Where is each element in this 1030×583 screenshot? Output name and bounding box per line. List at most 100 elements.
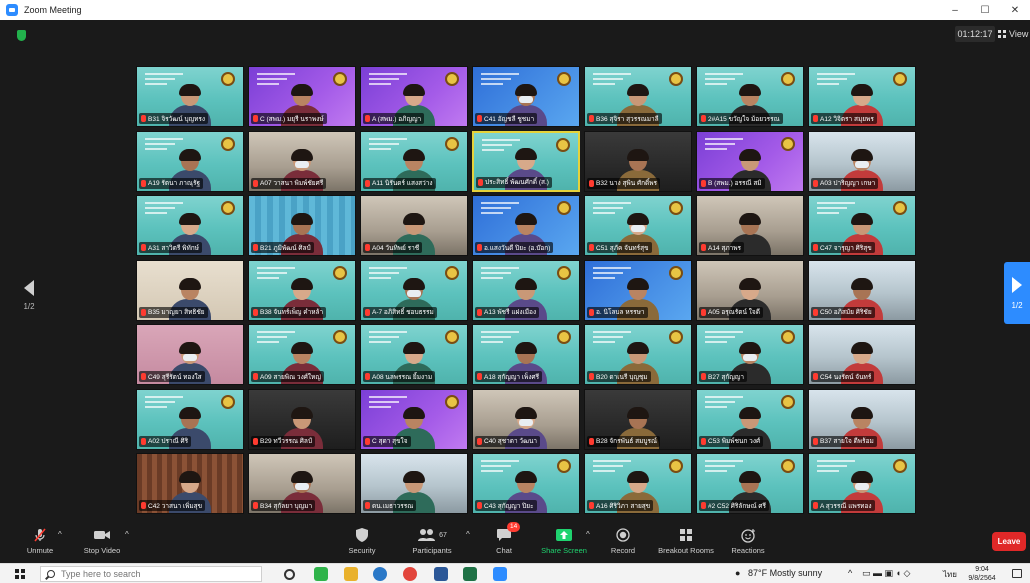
participant-tile[interactable]: A สุวรรณี แพรทอง (808, 453, 916, 514)
participant-tile[interactable]: A16 ศิริวิภา สายสุข (584, 453, 692, 514)
participant-name: ประสิทธิ์ พัฒนศักดิ์ (ส.) (485, 179, 549, 186)
participant-name-label: A09 สายพิณ วงศ์ใหญ่ (251, 371, 324, 382)
participant-tile[interactable]: A09 สายพิณ วงศ์ใหญ่ (248, 324, 356, 385)
school-seal-icon (445, 265, 459, 280)
participant-tile[interactable]: B28 จักรพันธ์ สมบูรณ์ (584, 388, 692, 450)
taskbar-search-input[interactable] (61, 569, 251, 579)
share-screen-icon (555, 526, 573, 544)
tray-icons[interactable]: ▭ ▬ ▣ ◖ ◇ (862, 568, 910, 579)
muted-microphone-icon (813, 373, 818, 380)
leave-button[interactable]: Leave (992, 532, 1026, 551)
previous-page-button[interactable]: 1/2 (16, 278, 42, 318)
word-app-icon[interactable] (434, 567, 448, 581)
participant-tile[interactable]: B32 นาง สุพิน ศักดิ์พร (584, 130, 692, 192)
video-options-caret-icon[interactable]: ^ (125, 530, 129, 539)
participant-tile[interactable]: #2 C52 ศิริลักษณ์ ศรี (696, 453, 804, 514)
zoom-taskbar-icon[interactable] (493, 567, 507, 581)
participant-tile[interactable]: B21 ภูมิพัฒน์ ศิลป์ (248, 195, 356, 256)
participant-name-label: A02 ปราณี ศิริ (139, 435, 192, 447)
cortana-icon[interactable] (284, 569, 295, 580)
weather-text[interactable]: 87°F Mostly sunny (748, 568, 822, 578)
participant-tile[interactable]: อ.แสงวันดี ปิยะ (อ.บ๊อก) (472, 195, 580, 256)
participant-tile[interactable]: C41 อัญชลี ชูชมา (472, 66, 580, 127)
maximize-button[interactable]: ☐ (970, 0, 1000, 20)
participant-tile[interactable]: A14 สุภาพร (696, 195, 804, 256)
taskbar-clock[interactable]: 9:04 9/8/2564 (964, 565, 1000, 583)
participant-tile[interactable]: A-7 อภิสิทธิ์ ชอบธรรม (360, 259, 468, 321)
participant-tile[interactable]: A05 อรุณรัตน์ ใจดี (696, 259, 804, 321)
participant-tile[interactable]: 2#A15 ขวัญใจ ม้อยวรรณ (696, 66, 804, 127)
participant-tile[interactable]: อ. นิโลบล หรรษา (584, 259, 692, 321)
record-icon (616, 526, 630, 544)
participant-name: อ. นิโลบล หรรษา (596, 309, 645, 316)
participant-name-label: C42 วาสนา เพิ่มสุข (139, 500, 206, 511)
participant-tile[interactable]: C (สพม.) มยุรี นราพงษ์ (248, 66, 356, 127)
next-page-button[interactable]: 1/2 (1004, 262, 1030, 324)
minimize-button[interactable]: – (940, 0, 970, 20)
input-language[interactable]: ไทย (943, 568, 957, 581)
participant-tile[interactable]: A03 ปาริญญา เกษา (808, 130, 916, 192)
participant-tile[interactable]: B31 จิรวัฒน์ บุญทรง (136, 66, 244, 127)
participant-tile[interactable]: A18 สุกัญญา เพ็งศรี (472, 324, 580, 385)
unmute-button[interactable]: Unmute (8, 526, 72, 555)
participant-tile[interactable]: A02 ปราณี ศิริ (136, 388, 244, 450)
participant-tile[interactable]: B29 ทวีวรรณ ศิลป์ (248, 388, 356, 450)
participant-tile[interactable]: C49 สุรีรัตน์ ทองใส (136, 324, 244, 385)
participant-tile[interactable]: C50 อภิสมัย ศิริชัย (808, 259, 916, 321)
excel-app-icon[interactable] (463, 567, 477, 581)
school-seal-icon (893, 201, 907, 215)
participant-tile[interactable]: C สุดา สุขใจ (360, 388, 468, 450)
participant-tile[interactable]: A11 นิรันดร์ แสงสว่าง (360, 130, 468, 192)
participant-tile[interactable]: A04 วันทิพย์ ราชี (360, 195, 468, 256)
participant-tile[interactable]: A08 นลพรรณ ยิ้มงาม (360, 324, 468, 385)
muted-microphone-icon (365, 244, 370, 251)
chat-button[interactable]: 14 Chat (472, 522, 536, 555)
participant-tile[interactable]: C47 จารุญา ศิริสุข (808, 195, 916, 256)
participant-tile[interactable]: B37 สายใจ ดีพร้อม (808, 388, 916, 450)
audio-options-caret-icon[interactable]: ^ (58, 530, 62, 539)
close-button[interactable]: ✕ (1000, 0, 1030, 20)
participant-tile[interactable]: C40 สุชาดา วัฒนา (472, 388, 580, 450)
slide-text-decoration (145, 395, 183, 408)
chrome-browser-icon[interactable] (403, 567, 417, 581)
share-options-caret-icon[interactable]: ^ (586, 530, 590, 539)
participant-tile[interactable]: B35 มาญยา สิทธิชัย (136, 259, 244, 321)
participant-tile[interactable]: B27 สุกัญญา (696, 324, 804, 385)
participant-tile[interactable]: C51 สุภัค จันทร์สุข (584, 195, 692, 256)
participant-name: C41 อัญชลี ชูชมา (484, 115, 535, 123)
file-explorer-icon[interactable] (344, 567, 358, 581)
participant-tile[interactable]: C53 พิมพ์ชนก วงศ์ (696, 388, 804, 450)
participant-tile[interactable]: A31 สาวิตรี พิทักษ์ (136, 195, 244, 256)
participant-tile[interactable]: ดน.เมธาวรรณ (360, 453, 468, 514)
participant-name-label: C54 นงรัตน์ จันทร์ (811, 371, 875, 382)
security-button[interactable]: Security (330, 526, 394, 555)
breakout-rooms-button[interactable]: Breakout Rooms (654, 526, 718, 555)
encryption-shield-icon[interactable] (17, 30, 26, 41)
participant-tile[interactable]: B (สพม.) อรรณี สมิ (696, 130, 804, 192)
participant-tile[interactable]: C42 วาสนา เพิ่มสุข (136, 453, 244, 514)
participant-tile[interactable]: ประสิทธิ์ พัฒนศักดิ์ (ส.) (472, 130, 580, 192)
participant-tile[interactable]: A07 วาสนา พิมพ์ชัยศรี (248, 130, 356, 192)
line-app-icon[interactable] (314, 567, 328, 581)
participant-tile[interactable]: C43 สุกัญญา ปิยะ (472, 453, 580, 514)
participant-tile[interactable]: B38 จันทร์เพ็ญ คำหล้า (248, 259, 356, 321)
participant-tile[interactable]: C54 นงรัตน์ จันทร์ (808, 324, 916, 385)
windows-start-icon[interactable] (15, 569, 25, 579)
reactions-button[interactable]: Reactions (716, 526, 780, 555)
participants-options-caret-icon[interactable]: ^ (466, 530, 470, 539)
participant-tile[interactable]: A (สพม.) อภิญญา (360, 66, 468, 127)
participant-tile[interactable]: A19 รัตนา ภาณุรัฐ (136, 130, 244, 192)
participant-tile[interactable]: A12 วิจิตรา สมุยพร (808, 66, 916, 127)
participant-name: A สุวรรณี แพรทอง (820, 502, 872, 510)
edge-browser-icon[interactable] (373, 567, 387, 581)
tray-chevron-icon[interactable]: ^ (848, 568, 852, 578)
taskbar-search-box[interactable] (40, 566, 262, 582)
notification-icon[interactable] (1012, 569, 1022, 578)
participant-tile[interactable]: B36 สุจิรา สุวรรณมาลี (584, 66, 692, 127)
participants-button[interactable]: 67 Participants (400, 526, 464, 555)
participant-tile[interactable]: A13 พัชรี แฝงเมือง (472, 259, 580, 321)
record-button[interactable]: Record (591, 526, 655, 555)
view-button[interactable]: View (998, 26, 1028, 42)
participant-tile[interactable]: B20 ดาเนรี บุญชุม (584, 324, 692, 385)
participant-tile[interactable]: B34 สุกัลยา บุญมา (248, 453, 356, 514)
